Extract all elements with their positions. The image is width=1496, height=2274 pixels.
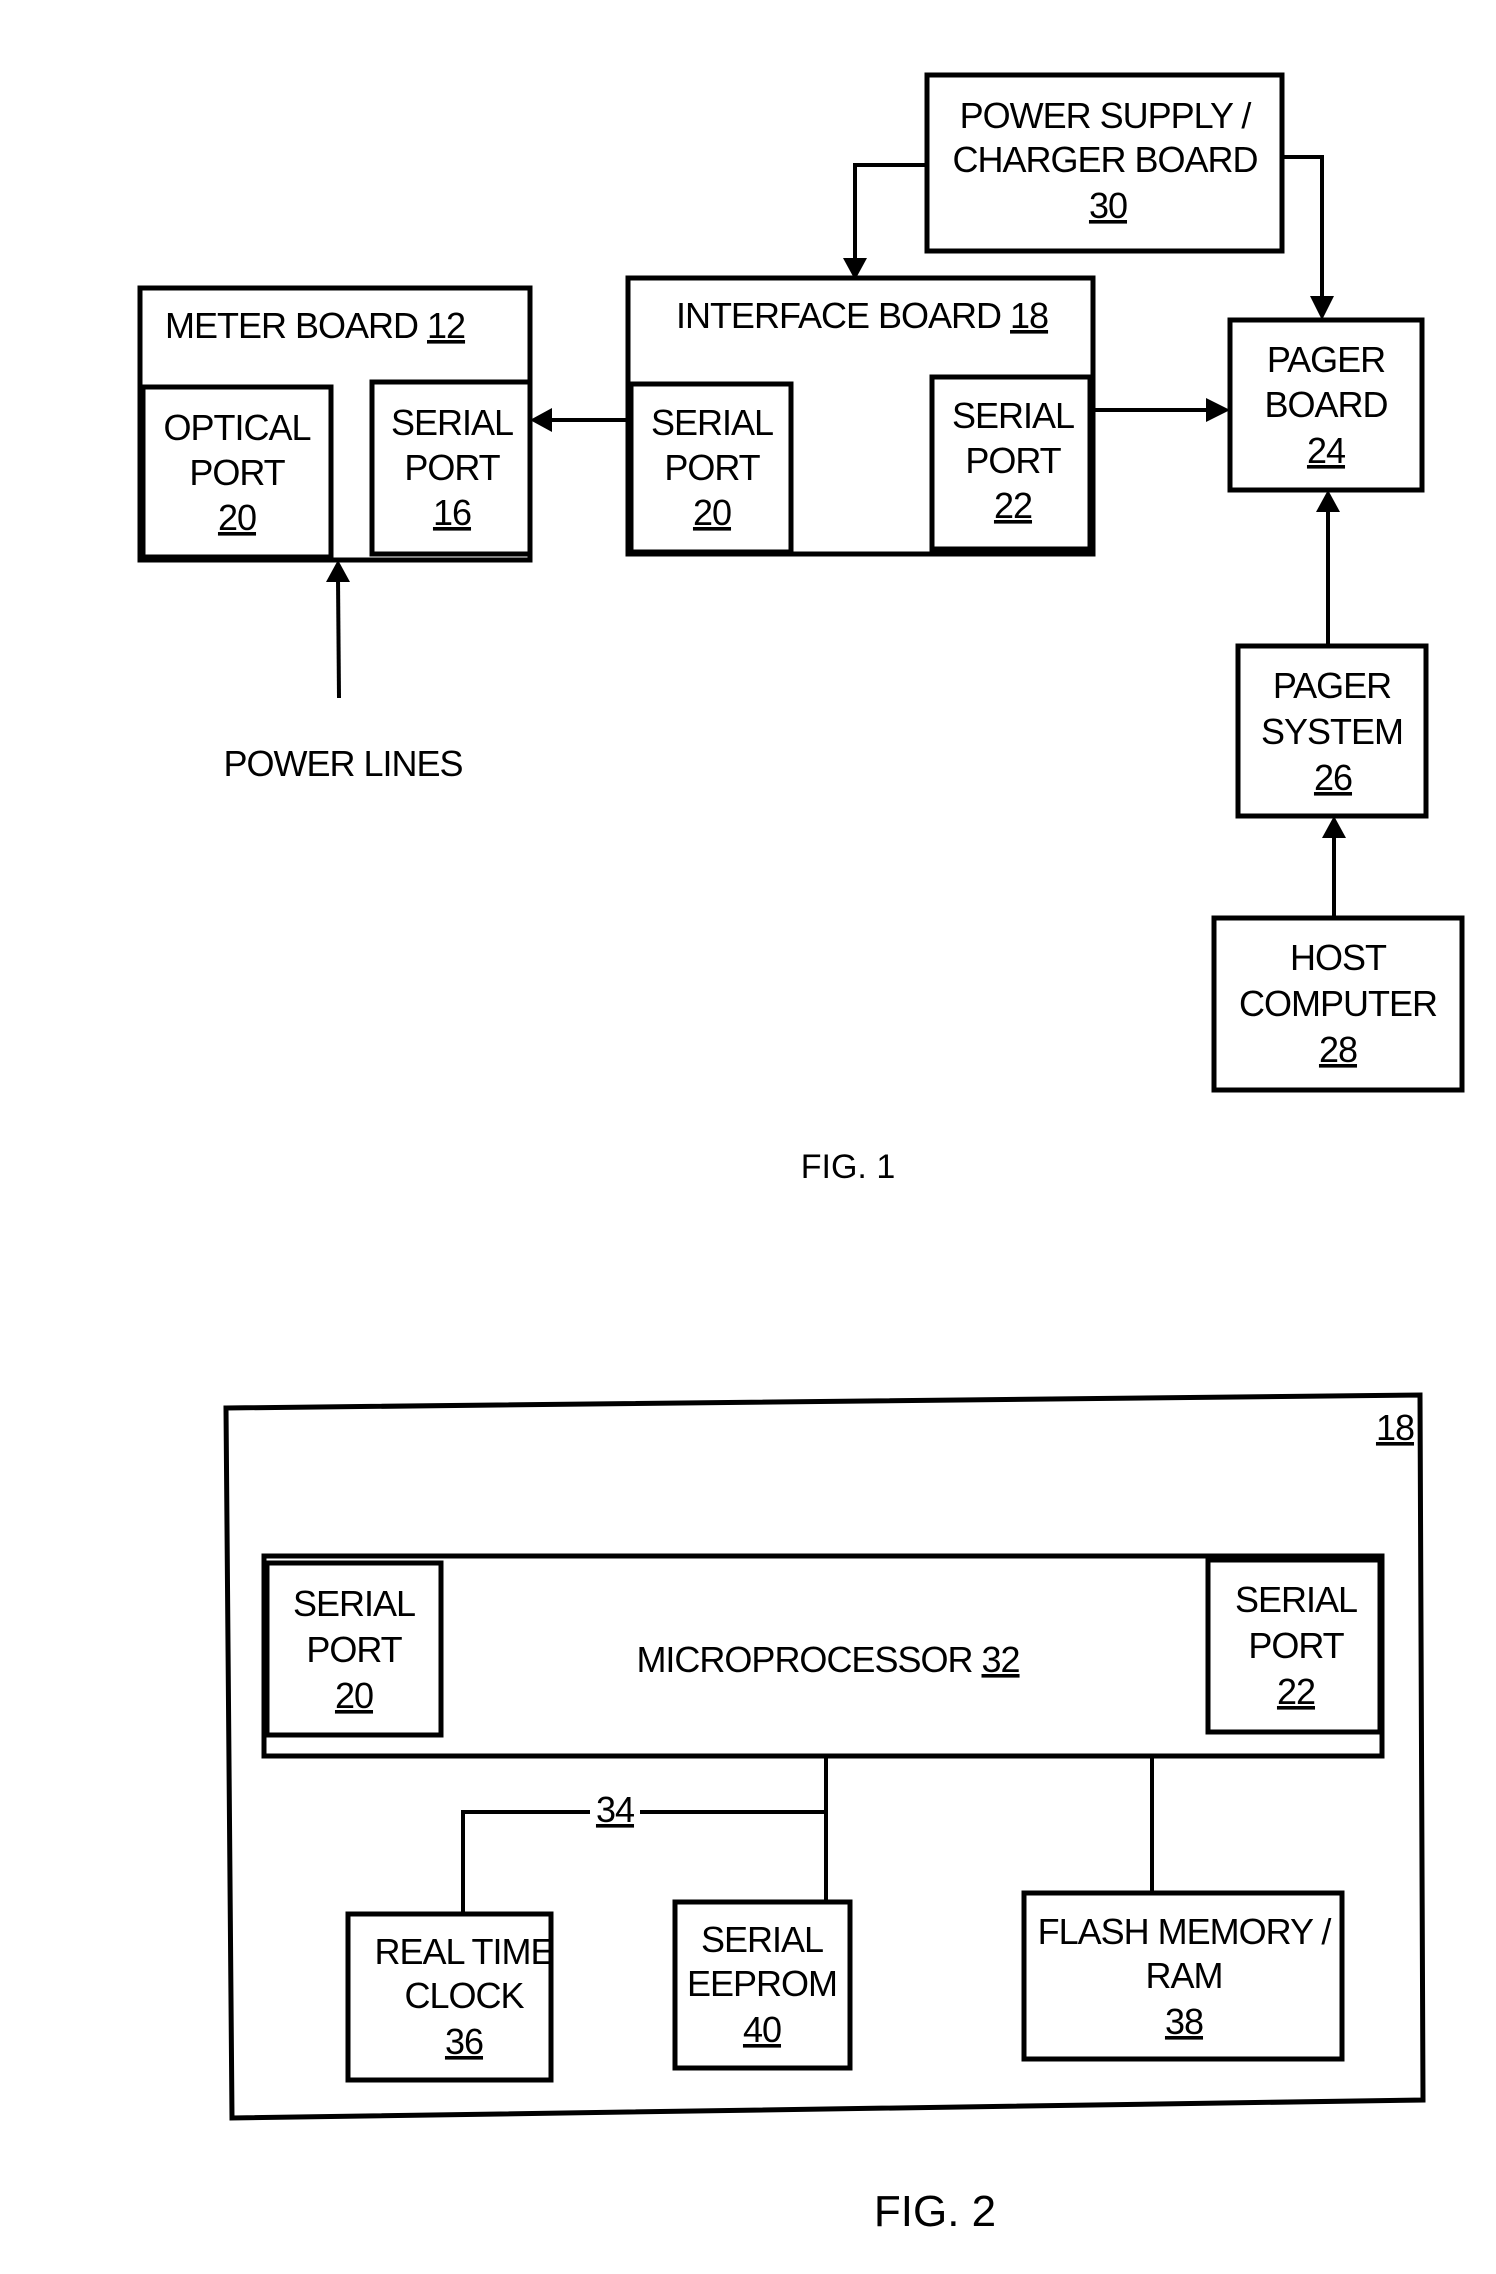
flash-memory-line1: FLASH MEMORY / — [1038, 1911, 1332, 1952]
serial-eeprom-block: SERIAL EEPROM 40 — [672, 1899, 853, 2071]
pager-board-line2: BOARD — [1264, 384, 1387, 425]
meter-board-title-text: METER BOARD — [165, 305, 418, 346]
mp-serial-port-22-line2: PORT — [1248, 1625, 1344, 1666]
pager-system-line2: SYSTEM — [1261, 711, 1403, 752]
microprocessor-ref: 32 — [982, 1639, 1020, 1680]
figure-2: 18 MICROPROCESSOR 32 SERIAL PORT 20 SERI… — [223, 1392, 1426, 2236]
figure-1-caption: FIG. 1 — [801, 1148, 895, 1186]
meter-serial-port-ref: 16 — [433, 492, 471, 533]
optical-port-line1: OPTICAL — [163, 407, 310, 448]
power-supply-ref: 30 — [1089, 185, 1127, 226]
host-computer-ref: 28 — [1319, 1029, 1357, 1070]
host-computer-block: HOST COMPUTER 28 — [1211, 915, 1465, 1093]
power-supply-line1: POWER SUPPLY / — [960, 95, 1252, 136]
pager-system-line1: PAGER — [1273, 665, 1391, 706]
interface-to-meter-arrowhead — [530, 408, 552, 432]
pager-board-ref: 24 — [1307, 430, 1345, 471]
interface-board-title-text: INTERFACE BOARD — [676, 295, 1001, 336]
power-lines-wire — [336, 577, 341, 699]
real-time-clock-line1: REAL TIME — [374, 1931, 553, 1972]
interface-serial-port-22-line1: SERIAL — [952, 395, 1074, 436]
meter-board-block: METER BOARD 12 OPTICAL PORT 20 SERIAL PO… — [137, 285, 533, 563]
container-ref-label: 18 — [1376, 1407, 1414, 1448]
figure-2-caption: FIG. 2 — [874, 2187, 996, 2236]
flash-memory-block: FLASH MEMORY / RAM 38 — [1021, 1890, 1345, 2062]
bus-ref-label: 34 — [596, 1789, 634, 1830]
optical-port-line2: PORT — [189, 452, 285, 493]
interface-serial-port-20-ref: 20 — [693, 492, 731, 533]
microprocessor-block: MICROPROCESSOR 32 SERIAL PORT 20 SERIAL … — [261, 1553, 1385, 1759]
flash-memory-line2: RAM — [1146, 1955, 1223, 1996]
interface-board-ref: 18 — [1010, 295, 1048, 336]
host-computer-line2: COMPUTER — [1239, 983, 1437, 1024]
interface-serial-port-20-line2: PORT — [664, 447, 760, 488]
interface-board-title: INTERFACE BOARD 18 — [676, 295, 1048, 336]
microprocessor-title-text: MICROPROCESSOR — [636, 1639, 972, 1680]
flash-memory-ref: 38 — [1165, 2001, 1203, 2042]
figure-1: POWER SUPPLY / CHARGER BOARD 30 METER BO… — [137, 72, 1465, 1186]
real-time-clock-block: REAL TIME CLOCK 36 — [345, 1911, 555, 2083]
mp-serial-port-22-line1: SERIAL — [1235, 1579, 1357, 1620]
pager-board-line1: PAGER — [1267, 339, 1385, 380]
microprocessor-title: MICROPROCESSOR 32 — [636, 1639, 1019, 1680]
optical-port-ref: 20 — [218, 497, 256, 538]
interface-serial-port-22-ref: 22 — [994, 485, 1032, 526]
real-time-clock-ref: 36 — [445, 2021, 483, 2062]
meter-board-title: METER BOARD 12 — [165, 305, 465, 346]
interface-board-block: INTERFACE BOARD 18 SERIAL PORT 20 SERIAL… — [625, 275, 1096, 557]
power-supply-block: POWER SUPPLY / CHARGER BOARD 30 — [924, 72, 1285, 254]
meter-board-ref: 12 — [427, 305, 465, 346]
pager-system-ref: 26 — [1314, 757, 1352, 798]
mp-serial-port-20-line2: PORT — [306, 1629, 402, 1670]
pager-system-block: PAGER SYSTEM 26 — [1235, 643, 1429, 819]
host-computer-line1: HOST — [1290, 937, 1387, 978]
power-supply-line2: CHARGER BOARD — [952, 139, 1257, 180]
patent-drawing: POWER SUPPLY / CHARGER BOARD 30 METER BO… — [137, 72, 1465, 2236]
meter-serial-port-line1: SERIAL — [391, 402, 513, 443]
pager-board-block: PAGER BOARD 24 — [1227, 317, 1425, 493]
meter-serial-port-line2: PORT — [404, 447, 500, 488]
power-to-pager-arrowhead — [1310, 296, 1334, 320]
interface-serial-port-22-line2: PORT — [965, 440, 1061, 481]
mp-serial-port-20-ref: 20 — [335, 1675, 373, 1716]
power-lines-arrowhead — [326, 560, 350, 582]
real-time-clock-line2: CLOCK — [404, 1975, 524, 2016]
serial-eeprom-line1: SERIAL — [701, 1919, 823, 1960]
power-to-pager-wire — [1282, 155, 1324, 300]
mp-serial-port-22-ref: 22 — [1277, 1671, 1315, 1712]
host-to-pager-system-arrowhead — [1322, 816, 1346, 838]
power-lines-label: POWER LINES — [223, 743, 462, 784]
mp-serial-port-20-line1: SERIAL — [293, 1583, 415, 1624]
interface-to-pager-arrowhead — [1206, 398, 1230, 422]
power-to-interface-wire — [853, 163, 927, 262]
serial-eeprom-ref: 40 — [743, 2009, 781, 2050]
interface-serial-port-20-line1: SERIAL — [651, 402, 773, 443]
pager-system-to-pager-board-arrowhead — [1316, 490, 1340, 512]
serial-eeprom-line2: EEPROM — [687, 1963, 837, 2004]
